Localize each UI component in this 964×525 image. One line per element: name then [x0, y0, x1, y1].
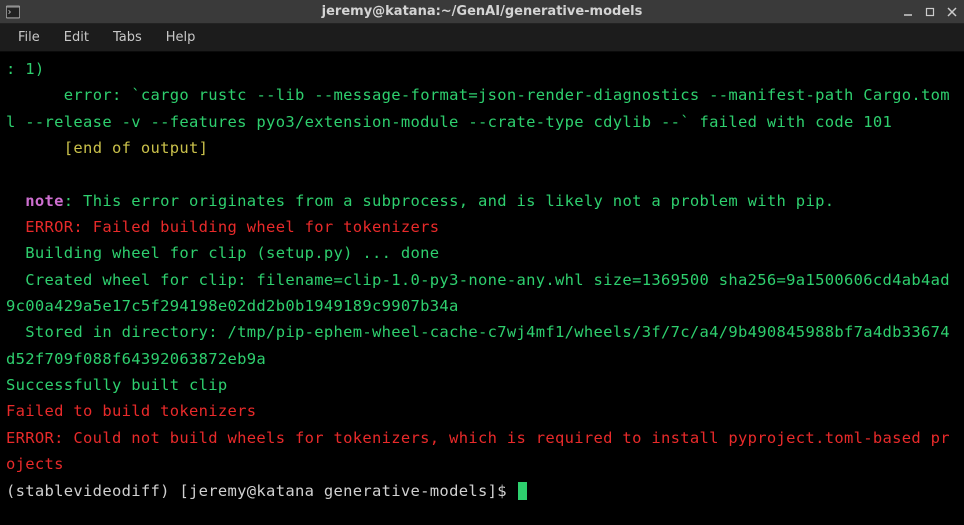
window-controls	[902, 6, 958, 18]
output-line: error: `cargo rustc --lib --message-form…	[6, 86, 950, 130]
output-line: Created wheel for clip: filename=clip-1.…	[6, 271, 950, 315]
close-button[interactable]	[946, 6, 958, 18]
output-line: Building wheel for clip (setup.py) ... d…	[6, 244, 439, 262]
prompt-env: (stablevideodiff)	[6, 482, 179, 500]
error-line: ERROR: Could not build wheels for tokeni…	[6, 429, 950, 473]
end-of-output-line: [end of output]	[6, 139, 208, 157]
menu-tabs[interactable]: Tabs	[103, 26, 152, 49]
menubar: File Edit Tabs Help	[0, 24, 964, 52]
menu-help[interactable]: Help	[156, 26, 206, 49]
output-line: Stored in directory: /tmp/pip-ephem-whee…	[6, 323, 950, 367]
prompt-userhost: [jeremy@katana generative-models]$	[179, 482, 516, 500]
cursor	[518, 482, 527, 500]
note-line: note: This error originates from a subpr…	[6, 192, 834, 210]
success-line: Successfully built clip	[6, 376, 228, 394]
terminal-app-icon	[6, 5, 20, 19]
output-line: : 1)	[6, 60, 45, 78]
menu-file[interactable]: File	[8, 26, 50, 49]
prompt-line: (stablevideodiff) [jeremy@katana generat…	[6, 482, 527, 500]
window-titlebar: jeremy@katana:~/GenAI/generative-models	[0, 0, 964, 24]
window-title: jeremy@katana:~/GenAI/generative-models	[322, 4, 643, 19]
terminal-output[interactable]: : 1) error: `cargo rustc --lib --message…	[0, 52, 964, 525]
error-line: ERROR: Failed building wheel for tokeniz…	[6, 218, 439, 236]
menu-edit[interactable]: Edit	[54, 26, 99, 49]
minimize-button[interactable]	[902, 6, 914, 18]
fail-line: Failed to build tokenizers	[6, 402, 256, 420]
maximize-button[interactable]	[924, 6, 936, 18]
